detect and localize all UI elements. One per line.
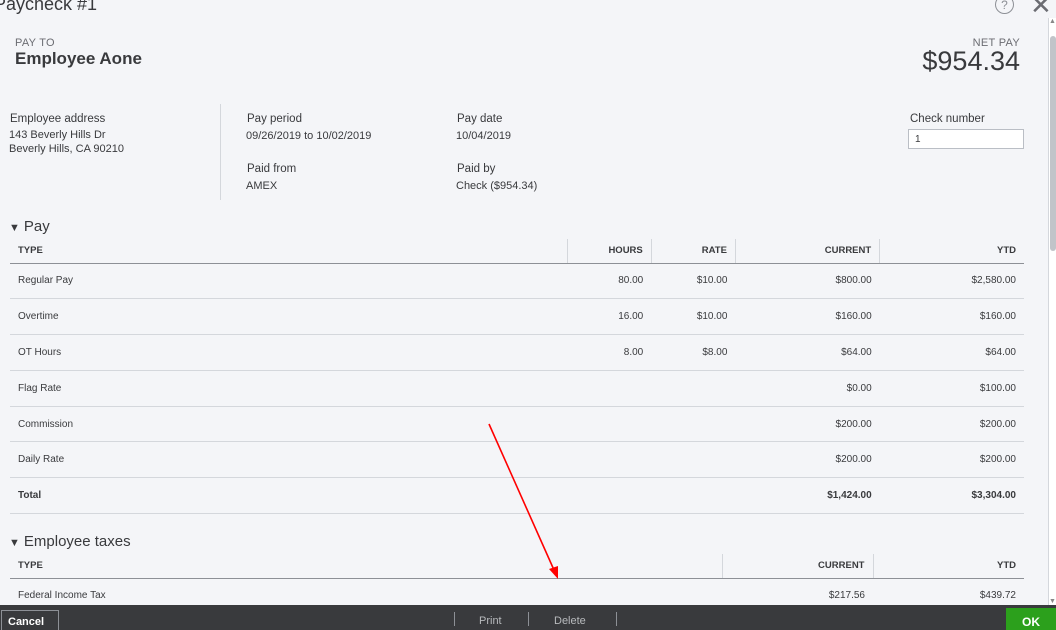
footer-bar: Cancel Print Delete OK bbox=[0, 605, 1056, 630]
pay-cell-rate bbox=[651, 441, 736, 479]
column-header-ytd: YTD bbox=[872, 554, 1024, 579]
print-button[interactable]: Print bbox=[479, 615, 502, 627]
pay-cell-type: Daily Rate bbox=[10, 441, 568, 479]
pay-cell-type: Regular Pay bbox=[10, 263, 568, 300]
pay-table-body: Regular Pay 80.00 $10.00 $800.00 $2,580.00 Ov… bbox=[10, 263, 1024, 515]
address-line-1: 143 Beverly Hills Dr bbox=[9, 129, 106, 141]
pay-period-label: Pay period bbox=[247, 113, 302, 125]
pay-cell-ytd: $2,580.00 bbox=[879, 263, 1024, 300]
pay-section-header[interactable]: ▼ Pay bbox=[9, 218, 50, 235]
pay-cell-hours bbox=[567, 370, 652, 407]
footer-divider bbox=[454, 612, 455, 626]
total-cell-ytd: $3,304.00 bbox=[879, 477, 1024, 515]
column-header-current: CURRENT bbox=[734, 239, 880, 264]
paycheck-content: PAY TO Employee Aone NET PAY $954.34 Emp… bbox=[0, 22, 1048, 615]
check-number-label: Check number bbox=[910, 113, 985, 125]
total-cell-current: $1,424.00 bbox=[735, 477, 880, 515]
pay-row[interactable]: OT Hours 8.00 $8.00 $64.00 $64.00 bbox=[10, 334, 1024, 371]
paid-from-label: Paid from bbox=[247, 163, 297, 175]
pay-total-row: Total $1,424.00 $3,304.00 bbox=[10, 477, 1024, 515]
employee-taxes-section-title: Employee taxes bbox=[23, 533, 131, 550]
pay-cell-hours: 16.00 bbox=[567, 298, 652, 336]
delete-button[interactable]: Delete bbox=[554, 615, 586, 627]
column-header-type: TYPE bbox=[10, 239, 568, 264]
pay-cell-rate: $8.00 bbox=[651, 334, 736, 371]
pay-cell-hours: 80.00 bbox=[567, 263, 652, 300]
pay-row[interactable]: Commission $200.00 $200.00 bbox=[10, 406, 1024, 443]
pay-cell-current: $200.00 bbox=[735, 406, 880, 443]
scroll-up-icon[interactable]: ▲ bbox=[1049, 18, 1056, 25]
column-header-rate: RATE bbox=[650, 239, 736, 264]
pay-cell-ytd: $200.00 bbox=[879, 406, 1024, 443]
footer-divider bbox=[528, 612, 529, 626]
scrollbar-thumb[interactable] bbox=[1050, 36, 1056, 251]
pay-cell-ytd: $160.00 bbox=[879, 298, 1024, 336]
pay-cell-type: Flag Rate bbox=[10, 370, 568, 407]
vertical-scrollbar[interactable]: ▲ ▼ bbox=[1048, 18, 1056, 605]
title-bar: Paycheck #1 ? ✕ bbox=[0, 0, 1056, 22]
column-header-type: TYPE bbox=[10, 554, 722, 579]
pay-row[interactable]: Overtime 16.00 $10.00 $160.00 $160.00 bbox=[10, 298, 1024, 336]
net-pay-amount: $954.34 bbox=[922, 46, 1020, 76]
column-header-hours: HOURS bbox=[566, 239, 652, 264]
pay-date-label: Pay date bbox=[457, 113, 503, 125]
pay-table: TYPE HOURS RATE CURRENT YTD Regular Pay 8… bbox=[10, 239, 1024, 515]
paid-from-value: AMEX bbox=[246, 180, 278, 192]
paid-by-label: Paid by bbox=[457, 163, 496, 175]
pay-cell-ytd: $64.00 bbox=[879, 334, 1024, 371]
pay-cell-rate bbox=[651, 370, 736, 407]
scroll-down-icon[interactable]: ▼ bbox=[1049, 598, 1056, 605]
pay-table-header: TYPE HOURS RATE CURRENT YTD bbox=[10, 239, 1024, 264]
pay-cell-hours bbox=[567, 441, 652, 479]
total-cell-hours bbox=[567, 477, 652, 515]
employee-address-label: Employee address bbox=[10, 113, 106, 125]
pay-cell-hours bbox=[567, 406, 652, 443]
pay-cell-current: $160.00 bbox=[735, 298, 880, 336]
pay-cell-type: Commission bbox=[10, 406, 568, 443]
pay-period-value: 09/26/2019 to 10/02/2019 bbox=[246, 130, 372, 142]
pay-cell-rate: $10.00 bbox=[651, 263, 736, 300]
check-number-input[interactable] bbox=[908, 129, 1024, 149]
pay-cell-current: $800.00 bbox=[735, 263, 880, 300]
pay-cell-ytd: $100.00 bbox=[879, 370, 1024, 407]
caret-down-icon[interactable]: ▼ bbox=[9, 222, 20, 234]
pay-date-value: 10/04/2019 bbox=[456, 130, 512, 142]
address-line-2: Beverly Hills, CA 90210 bbox=[9, 143, 124, 155]
pay-cell-rate bbox=[651, 406, 736, 443]
close-icon[interactable]: ✕ bbox=[1030, 0, 1052, 18]
total-cell-type: Total bbox=[10, 477, 568, 515]
pay-cell-rate: $10.00 bbox=[651, 298, 736, 336]
pay-cell-current: $0.00 bbox=[735, 370, 880, 407]
taxes-table-header: TYPE CURRENT YTD bbox=[10, 554, 1024, 579]
pay-cell-current: $200.00 bbox=[735, 441, 880, 479]
employee-taxes-section-header[interactable]: ▼ Employee taxes bbox=[9, 533, 131, 550]
footer-divider bbox=[616, 612, 617, 626]
pay-cell-current: $64.00 bbox=[735, 334, 880, 371]
pay-cell-type: OT Hours bbox=[10, 334, 568, 371]
paid-by-value: Check ($954.34) bbox=[456, 180, 538, 192]
pay-cell-hours: 8.00 bbox=[567, 334, 652, 371]
pay-row[interactable]: Flag Rate $0.00 $100.00 bbox=[10, 370, 1024, 407]
help-icon[interactable]: ? bbox=[995, 0, 1014, 14]
pay-row[interactable]: Daily Rate $200.00 $200.00 bbox=[10, 441, 1024, 479]
pay-to-label: PAY TO bbox=[15, 37, 55, 49]
cancel-button[interactable]: Cancel bbox=[1, 610, 59, 630]
column-header-current: CURRENT bbox=[721, 554, 873, 579]
total-cell-rate bbox=[651, 477, 736, 515]
pay-cell-ytd: $200.00 bbox=[879, 441, 1024, 479]
details-divider bbox=[220, 104, 221, 200]
ok-button[interactable]: OK bbox=[1006, 608, 1056, 630]
column-header-ytd: YTD bbox=[879, 239, 1024, 264]
pay-section-title: Pay bbox=[23, 218, 50, 235]
pay-row[interactable]: Regular Pay 80.00 $10.00 $800.00 $2,580.00 bbox=[10, 263, 1024, 300]
pay-cell-type: Overtime bbox=[10, 298, 568, 336]
employee-name: Employee Aone bbox=[15, 49, 142, 68]
caret-down-icon[interactable]: ▼ bbox=[9, 537, 20, 549]
window-title: Paycheck #1 bbox=[0, 0, 98, 14]
